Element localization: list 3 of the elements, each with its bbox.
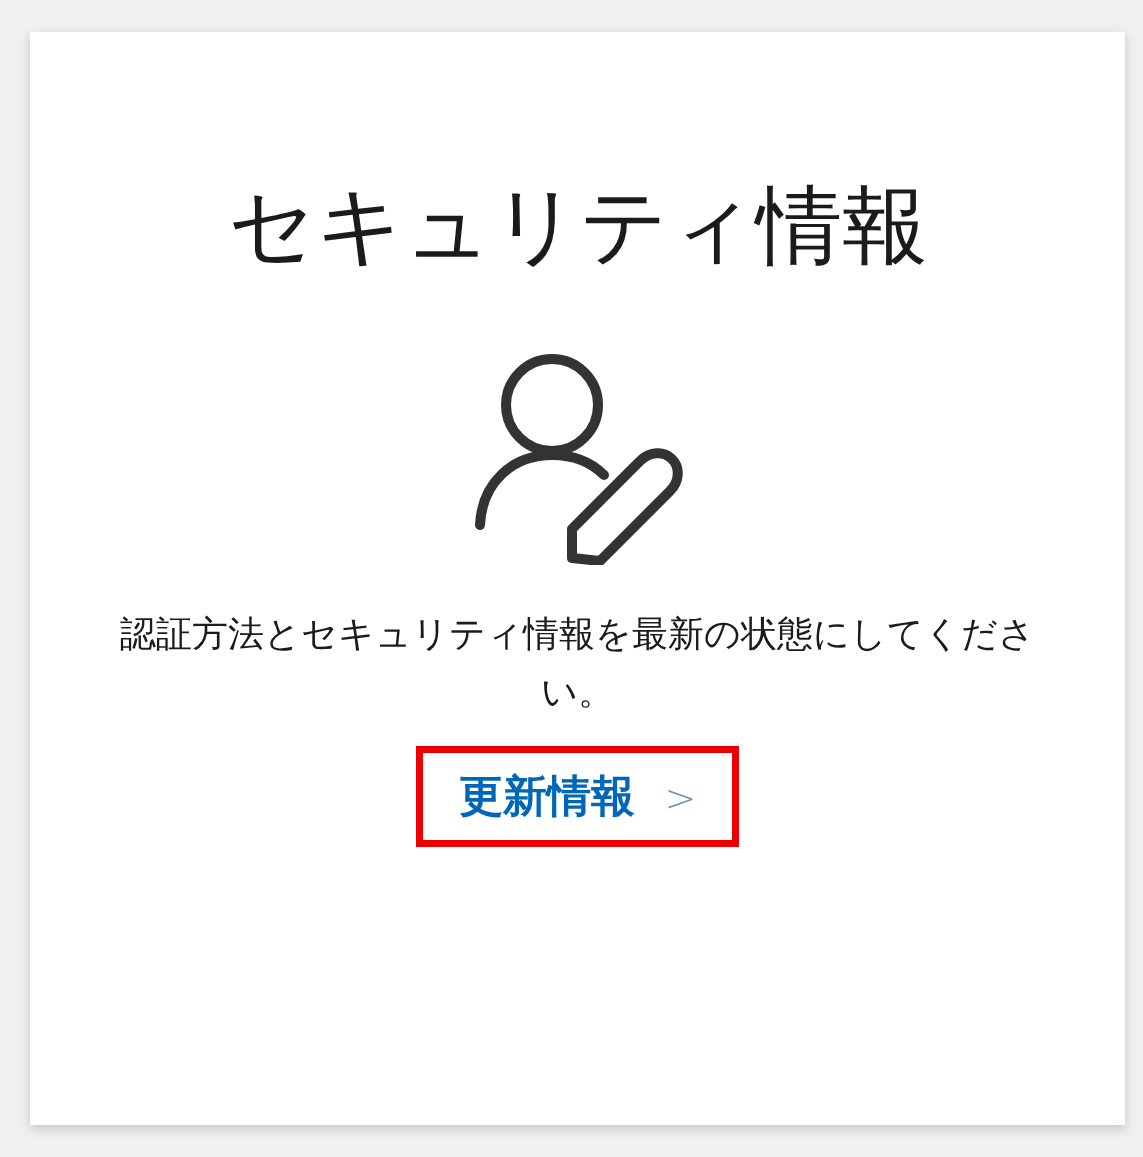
card-title: セキュリティ情報 xyxy=(227,182,928,268)
description-text: 認証方法とセキュリティ情報を最新の状態にしてください。 xyxy=(119,612,1036,714)
update-link[interactable]: 更新情報 > xyxy=(458,770,697,822)
